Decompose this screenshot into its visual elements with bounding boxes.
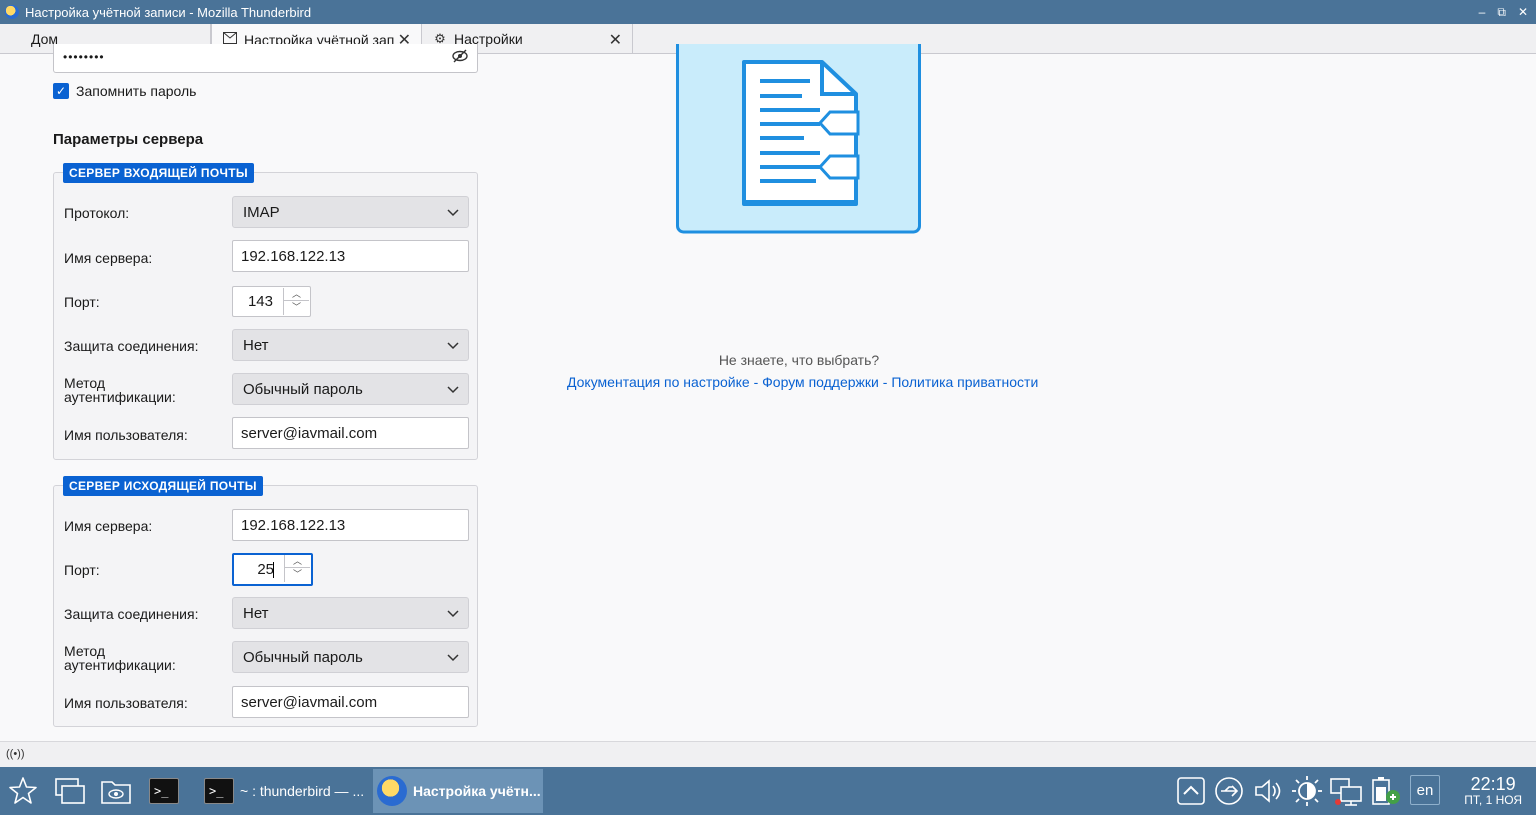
status-bar: ((•))	[0, 741, 1536, 767]
incoming-port-stepper[interactable]: 143 ︿ ﹀	[232, 286, 311, 317]
app-menu-star-icon[interactable]	[4, 767, 42, 815]
forum-link[interactable]: Форум поддержки	[762, 374, 879, 390]
decrement-arrow-icon[interactable]: ﹀	[285, 568, 310, 581]
incoming-port-value: 143	[247, 293, 273, 310]
volume-icon[interactable]	[1250, 767, 1284, 815]
link-separator: -	[753, 374, 759, 390]
incoming-security-label: Защита соединения:	[64, 338, 199, 354]
incoming-hostname-label: Имя сервера:	[64, 250, 153, 266]
incoming-auth-select[interactable]: Обычный пароль	[232, 373, 469, 405]
outgoing-port-label: Порт:	[64, 562, 100, 578]
keyboard-layout-indicator[interactable]: en	[1410, 775, 1440, 805]
outgoing-auth-value: Обычный пароль	[243, 648, 363, 666]
privacy-link[interactable]: Политика приватности	[891, 374, 1038, 390]
server-params-title: Параметры сервера	[53, 131, 204, 148]
brightness-icon[interactable]	[1290, 767, 1324, 815]
outgoing-server-legend: СЕРВЕР ИСХОДЯЩЕЙ ПОЧТЫ	[63, 476, 263, 496]
eye-slash-icon[interactable]	[452, 49, 468, 63]
network-usb-icon[interactable]	[1213, 767, 1245, 815]
clock[interactable]: 22:19 ПТ, 1 НОЯ	[1464, 775, 1522, 807]
incoming-auth-value: Обычный пароль	[243, 380, 363, 398]
outgoing-security-label: Защита соединения:	[64, 606, 199, 622]
incoming-protocol-select[interactable]: IMAP	[232, 196, 469, 228]
display-network-icon[interactable]	[1328, 767, 1364, 815]
link-separator: -	[882, 374, 888, 390]
incoming-auth-label-line2: аутентификации:	[64, 389, 176, 405]
taskbar-task-thunderbird-label: Настройка учётн...	[413, 783, 541, 799]
incoming-username-label: Имя пользователя:	[64, 427, 188, 443]
outgoing-port-value: 25	[257, 561, 274, 578]
password-field[interactable]: ••••••••	[53, 44, 478, 73]
thunderbird-icon	[377, 776, 407, 806]
increment-arrow-icon[interactable]: ︿	[285, 555, 310, 568]
clock-time: 22:19	[1470, 774, 1516, 794]
outgoing-username-label: Имя пользователя:	[64, 695, 188, 711]
help-links: Документация по настройке - Форум поддер…	[567, 374, 1038, 390]
terminal-launcher-icon[interactable]: >_	[146, 767, 182, 815]
close-window-button[interactable]: ✕	[1518, 5, 1528, 19]
incoming-server-legend: СЕРВЕР ВХОДЯЩЕЙ ПОЧТЫ	[63, 163, 254, 183]
chevron-down-icon	[447, 386, 459, 394]
incoming-port-label: Порт:	[64, 294, 100, 310]
text-caret	[273, 562, 274, 578]
window-title: Настройка учётной записи - Mozilla Thund…	[25, 4, 312, 20]
thunderbird-icon	[5, 5, 19, 19]
windows-switcher-icon[interactable]	[52, 767, 88, 815]
outgoing-security-select[interactable]: Нет	[232, 597, 469, 629]
docs-link[interactable]: Документация по настройке	[567, 374, 750, 390]
incoming-hostname-input[interactable]: 192.168.122.13	[232, 240, 469, 272]
outgoing-auth-select[interactable]: Обычный пароль	[232, 641, 469, 673]
maximize-button[interactable]: ⧉	[1497, 5, 1506, 20]
remember-password[interactable]: ✓ Запомнить пароль	[53, 83, 196, 99]
terminal-icon: >_	[204, 778, 234, 804]
battery-icon[interactable]	[1368, 767, 1404, 815]
taskbar: >_ >_ ~ : thunderbird — ... Настройка уч…	[0, 767, 1536, 815]
outgoing-hostname-value: 192.168.122.13	[241, 516, 346, 534]
outgoing-hostname-label: Имя сервера:	[64, 518, 153, 534]
outgoing-auth-label-line1: Метод	[64, 643, 106, 659]
incoming-protocol-value: IMAP	[243, 203, 280, 221]
document-illustration	[676, 44, 921, 234]
remember-password-checkbox[interactable]: ✓	[53, 83, 69, 99]
chevron-down-icon	[447, 342, 459, 350]
outgoing-hostname-input[interactable]: 192.168.122.13	[232, 509, 469, 541]
taskbar-task-terminal-label: ~ : thunderbird — ...	[240, 783, 365, 799]
chevron-down-icon	[447, 209, 459, 217]
password-value: ••••••••	[63, 50, 105, 64]
help-question: Не знаете, что выбрать?	[718, 352, 880, 368]
increment-arrow-icon[interactable]: ︿	[284, 288, 309, 301]
file-manager-icon[interactable]	[98, 767, 134, 815]
incoming-username-value: server@iavmail.com	[241, 424, 378, 442]
taskbar-task-thunderbird[interactable]: Настройка учётн...	[373, 769, 543, 813]
outgoing-server-group: СЕРВЕР ИСХОДЯЩЕЙ ПОЧТЫ Имя сервера: 192.…	[53, 476, 478, 727]
outgoing-security-value: Нет	[243, 604, 269, 622]
outgoing-auth-label-line2: аутентификации:	[64, 657, 176, 673]
tab-close-icon[interactable]: ✕	[609, 30, 622, 50]
incoming-auth-label-line1: Метод	[64, 375, 106, 391]
outgoing-username-input[interactable]: server@iavmail.com	[232, 686, 469, 718]
clock-date: ПТ, 1 НОЯ	[1464, 793, 1522, 807]
incoming-server-group: СЕРВЕР ВХОДЯЩЕЙ ПОЧТЫ Протокол: IMAP Имя…	[53, 163, 478, 460]
wifi-signal-icon: ((•))	[6, 748, 25, 760]
chevron-down-icon	[447, 654, 459, 662]
taskbar-task-terminal[interactable]: >_ ~ : thunderbird — ...	[196, 769, 368, 813]
protocol-label: Протокол:	[64, 205, 130, 221]
window-titlebar: Настройка учётной записи - Mozilla Thund…	[0, 0, 1536, 24]
incoming-username-input[interactable]: server@iavmail.com	[232, 417, 469, 449]
outgoing-username-value: server@iavmail.com	[241, 693, 378, 711]
incoming-security-value: Нет	[243, 336, 269, 354]
outgoing-port-stepper[interactable]: 25 ︿ ﹀	[232, 553, 313, 586]
remember-password-label: Запомнить пароль	[76, 83, 197, 99]
minimize-button[interactable]: ‒	[1479, 5, 1486, 19]
tray-expand-icon[interactable]	[1175, 767, 1207, 815]
chevron-down-icon	[447, 610, 459, 618]
decrement-arrow-icon[interactable]: ﹀	[284, 301, 309, 314]
incoming-hostname-value: 192.168.122.13	[241, 247, 346, 265]
